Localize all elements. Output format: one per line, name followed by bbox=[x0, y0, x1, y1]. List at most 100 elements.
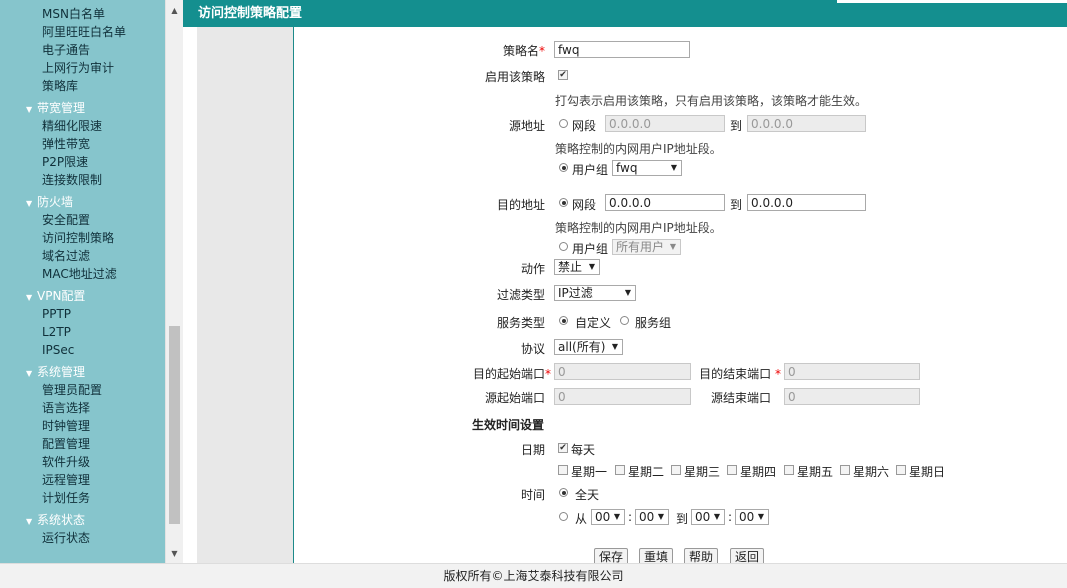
destination-ip-start-input[interactable]: 0.0.0.0 bbox=[605, 194, 725, 211]
sidebar-item[interactable]: 阿里旺旺白名单 bbox=[42, 24, 126, 40]
every-day-checkbox[interactable]: ✔ bbox=[558, 443, 568, 453]
time-label: 时间 bbox=[520, 488, 545, 502]
source-ip-end-input[interactable]: 0.0.0.0 bbox=[747, 115, 866, 132]
sidebar-item[interactable]: 软件升级 bbox=[42, 454, 90, 470]
service-group-radio[interactable] bbox=[620, 316, 629, 325]
src-end-port-input[interactable]: 0 bbox=[784, 388, 920, 405]
weekday-checkbox[interactable] bbox=[896, 465, 906, 475]
start-minute-select[interactable]: 00 ▼ bbox=[635, 509, 669, 525]
destination-ip-end-input[interactable]: 0.0.0.0 bbox=[747, 194, 866, 211]
policy-name-label: 策略名* bbox=[502, 44, 545, 58]
sidebar-item[interactable]: MSN白名单 bbox=[42, 6, 105, 22]
start-hour-select[interactable]: 00 ▼ bbox=[591, 509, 625, 525]
scroll-up-arrow-icon[interactable]: ▲ bbox=[166, 2, 183, 19]
sidebar-item[interactable]: MAC地址过滤 bbox=[42, 266, 117, 282]
src-start-port-label: 源起始端口 bbox=[484, 391, 545, 405]
weekday-checkbox[interactable] bbox=[840, 465, 850, 475]
content-left-panel bbox=[197, 27, 294, 563]
weekday-checkbox[interactable] bbox=[784, 465, 794, 475]
dropdown-arrow-icon: ▼ bbox=[624, 288, 631, 297]
source-segment-radio[interactable] bbox=[559, 119, 568, 128]
sidebar-item[interactable]: PPTP bbox=[42, 306, 71, 322]
scroll-down-arrow-icon[interactable]: ▼ bbox=[166, 545, 183, 562]
time-colon-2: : bbox=[728, 510, 733, 524]
service-type-label: 服务类型 bbox=[496, 316, 545, 330]
schedule-section-title: 生效时间设置 bbox=[472, 418, 545, 432]
source-ip-start-input[interactable]: 0.0.0.0 bbox=[605, 115, 725, 132]
end-minute-select[interactable]: 00 ▼ bbox=[735, 509, 769, 525]
dst-start-port-input[interactable]: 0 bbox=[554, 363, 691, 380]
expand-triangle-icon: ▼ bbox=[26, 105, 33, 114]
action-select[interactable]: 禁止 ▼ bbox=[554, 259, 600, 275]
destination-usergroup-select[interactable]: 所有用户 ▼ bbox=[612, 239, 681, 255]
sidebar-item[interactable]: 上网行为审计 bbox=[42, 60, 114, 76]
source-hint: 策略控制的内网用户IP地址段。 bbox=[555, 142, 722, 156]
src-start-port-input[interactable]: 0 bbox=[554, 388, 691, 405]
end-hour-select[interactable]: 00 ▼ bbox=[691, 509, 725, 525]
src-end-port-label: 源结束端口 bbox=[710, 391, 771, 405]
sidebar-group-label: VPN配置 bbox=[37, 289, 86, 303]
source-address-label: 源地址 bbox=[508, 119, 545, 133]
sidebar-item[interactable]: 计划任务 bbox=[42, 490, 90, 506]
sidebar-group[interactable]: ▼ 带宽管理 bbox=[26, 100, 85, 118]
destination-usergroup-radio[interactable] bbox=[559, 242, 568, 251]
enable-policy-label: 启用该策略 bbox=[484, 70, 545, 84]
sidebar-item[interactable]: 策略库 bbox=[42, 78, 78, 94]
sidebar-group-label: 带宽管理 bbox=[37, 101, 86, 115]
sidebar-item[interactable]: P2P限速 bbox=[42, 154, 88, 170]
sidebar-item[interactable]: 连接数限制 bbox=[42, 172, 102, 188]
weekday-checkbox[interactable] bbox=[671, 465, 681, 475]
dropdown-arrow-icon: ▼ bbox=[588, 262, 595, 271]
weekday-checkbox[interactable] bbox=[558, 465, 568, 475]
sidebar-item[interactable]: 语言选择 bbox=[42, 400, 90, 416]
sidebar-group[interactable]: ▼ 防火墙 bbox=[26, 194, 73, 212]
time-from-label: 从 bbox=[575, 512, 588, 526]
time-range-radio[interactable] bbox=[559, 512, 568, 521]
action-label: 动作 bbox=[520, 262, 545, 276]
sidebar-item[interactable]: 运行状态 bbox=[42, 530, 90, 546]
source-usergroup-radio[interactable] bbox=[559, 163, 568, 172]
sidebar-item[interactable]: 管理员配置 bbox=[42, 382, 102, 398]
destination-usergroup-label: 用户组 bbox=[572, 242, 609, 256]
sidebar-item[interactable]: 电子通告 bbox=[42, 42, 90, 58]
sidebar-item[interactable]: IPSec bbox=[42, 342, 74, 358]
weekday-checkbox[interactable] bbox=[727, 465, 737, 475]
enable-policy-checkbox[interactable]: ✔ bbox=[558, 70, 568, 80]
sidebar-item[interactable]: L2TP bbox=[42, 324, 71, 340]
sidebar-scrollbar[interactable]: ▲ ▼ bbox=[165, 0, 183, 563]
time-to-label: 到 bbox=[676, 512, 689, 526]
sidebar-item[interactable]: 远程管理 bbox=[42, 472, 90, 488]
dropdown-arrow-icon: ▼ bbox=[613, 512, 620, 521]
expand-triangle-icon: ▼ bbox=[26, 293, 33, 302]
sidebar-item[interactable]: 域名过滤 bbox=[42, 248, 90, 264]
sidebar-item[interactable]: 弹性带宽 bbox=[42, 136, 90, 152]
sidebar-group[interactable]: ▼ VPN配置 bbox=[26, 288, 85, 306]
sidebar-item[interactable]: 精细化限速 bbox=[42, 118, 102, 134]
sidebar-item[interactable]: 访问控制策略 bbox=[42, 230, 114, 246]
service-group-label: 服务组 bbox=[635, 316, 672, 330]
weekday-checkbox[interactable] bbox=[615, 465, 625, 475]
weekday-label: 星期四 bbox=[740, 465, 777, 479]
sidebar-group[interactable]: ▼ 系统管理 bbox=[26, 364, 85, 382]
dst-end-port-input[interactable]: 0 bbox=[784, 363, 920, 380]
every-day-label: 每天 bbox=[571, 443, 596, 457]
scroll-thumb[interactable] bbox=[169, 326, 180, 524]
protocol-select[interactable]: all(所有) ▼ bbox=[554, 339, 623, 355]
sidebar-item[interactable]: 时钟管理 bbox=[42, 418, 90, 434]
sidebar-item[interactable]: 配置管理 bbox=[42, 436, 90, 452]
expand-triangle-icon: ▼ bbox=[26, 199, 33, 208]
policy-form: 策略名* fwq 启用该策略 ✔ 打勾表示启用该策略，只有启用该策略，该策略才能… bbox=[294, 27, 1067, 567]
source-usergroup-select[interactable]: fwq ▼ bbox=[612, 160, 682, 176]
filter-type-label: 过滤类型 bbox=[496, 288, 545, 302]
service-custom-radio[interactable] bbox=[559, 316, 568, 325]
policy-name-input[interactable]: fwq bbox=[554, 41, 690, 58]
service-custom-label: 自定义 bbox=[575, 316, 612, 330]
sidebar-group[interactable]: ▼ 系统状态 bbox=[26, 512, 85, 530]
destination-address-label: 目的地址 bbox=[496, 198, 545, 212]
sidebar-item[interactable]: 安全配置 bbox=[42, 212, 90, 228]
dropdown-arrow-icon: ▼ bbox=[757, 512, 764, 521]
destination-segment-radio[interactable] bbox=[559, 198, 568, 207]
all-day-radio[interactable] bbox=[559, 488, 568, 497]
header-corner bbox=[837, 0, 1067, 3]
filter-type-select[interactable]: IP过滤 ▼ bbox=[554, 285, 636, 301]
